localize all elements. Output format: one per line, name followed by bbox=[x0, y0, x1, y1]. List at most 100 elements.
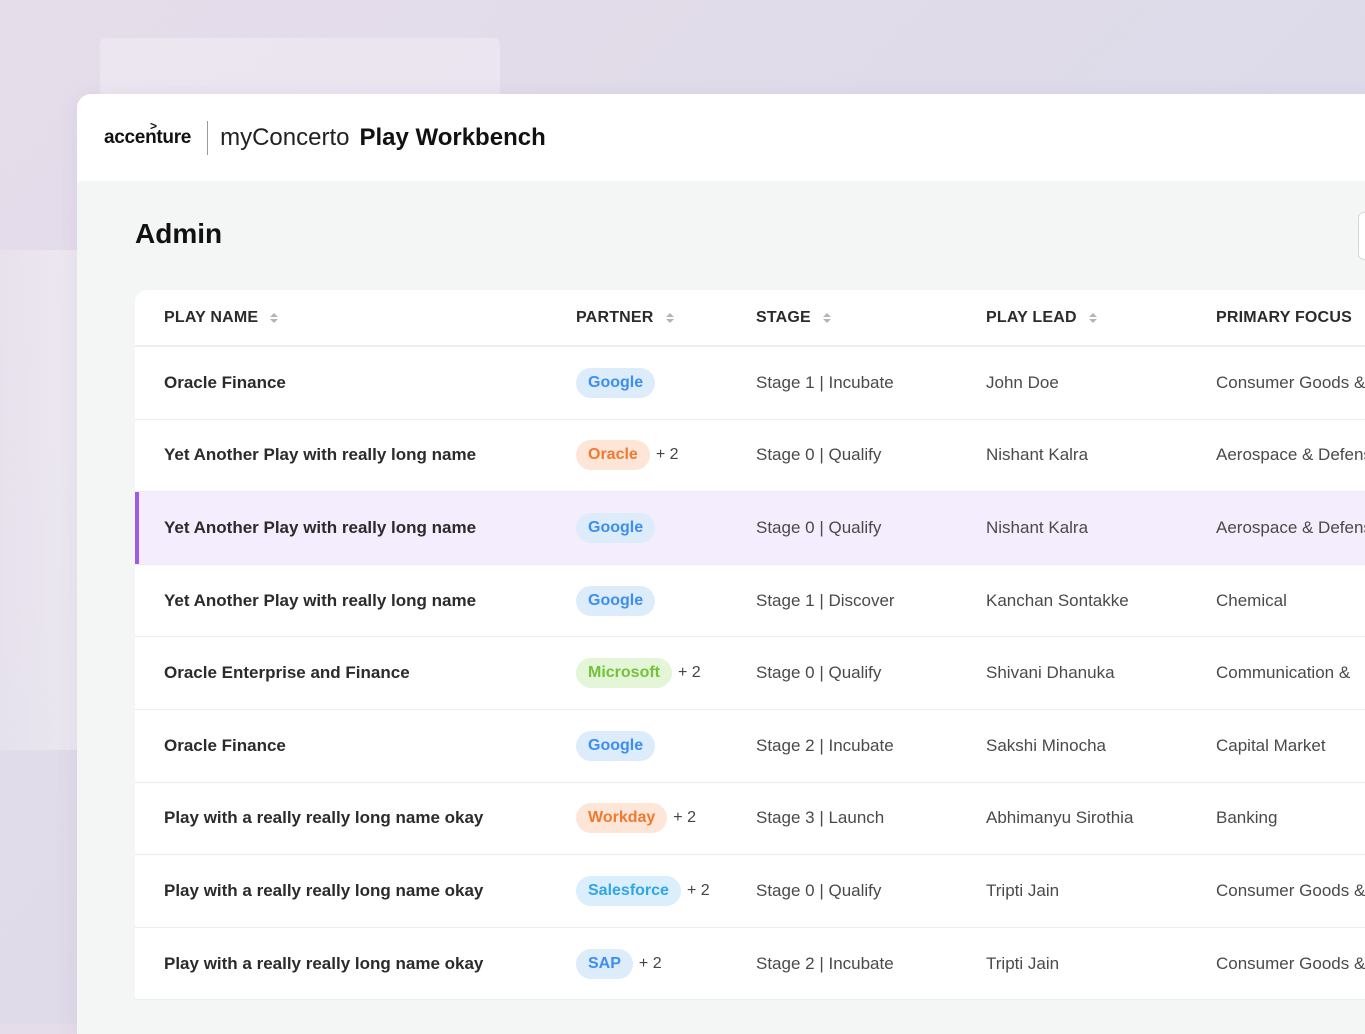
primary-focus-cell: Aerospace & Defense bbox=[1216, 492, 1365, 564]
play-name[interactable]: Oracle Finance bbox=[164, 736, 286, 756]
play-lead-value: Tripti Jain bbox=[986, 880, 1060, 900]
column-label: PRIMARY FOCUS bbox=[1216, 308, 1352, 326]
table-row[interactable]: Yet Another Play with really long name Go… bbox=[135, 492, 1365, 565]
primary-focus-cell: Aerospace & Defense bbox=[1216, 420, 1365, 492]
primary-focus-cell: Consumer Goods & bbox=[1216, 928, 1365, 1000]
sort-icon[interactable] bbox=[665, 312, 674, 323]
stage-cell: Stage 3 | Launch bbox=[756, 783, 884, 855]
partner-badge[interactable]: Google bbox=[576, 512, 656, 543]
column-header-stage[interactable]: STAGE bbox=[756, 290, 831, 345]
sort-icon[interactable] bbox=[822, 312, 831, 323]
play-name[interactable]: Yet Another Play with really long name bbox=[164, 518, 476, 538]
more-partners-count[interactable]: + 2 bbox=[673, 809, 696, 827]
play-lead-cell: Nishant Kalra bbox=[986, 492, 1088, 564]
play-name-cell: Play with a really really long name okay bbox=[164, 783, 483, 855]
play-name[interactable]: Play with a really really long name okay bbox=[164, 881, 483, 901]
primary-focus-cell: Consumer Goods & bbox=[1216, 855, 1365, 927]
table-row[interactable]: Oracle Enterprise and Finance Microsoft + … bbox=[135, 637, 1365, 710]
stage-value: Stage 0 | Qualify bbox=[756, 517, 882, 537]
stage-value: Stage 2 | Incubate bbox=[756, 735, 894, 755]
stage-value: Stage 2 | Incubate bbox=[756, 953, 894, 973]
primary-focus-value: Aerospace & Defense bbox=[1216, 445, 1365, 465]
play-lead-cell: Kanchan Sontakke bbox=[986, 565, 1129, 637]
more-partners-count[interactable]: + 2 bbox=[687, 882, 710, 900]
primary-focus-cell: Capital Market bbox=[1216, 710, 1326, 782]
play-name[interactable]: Play with a really really long name okay bbox=[164, 808, 483, 828]
play-name-cell: Yet Another Play with really long name bbox=[164, 565, 476, 637]
stage-value: Stage 0 | Qualify bbox=[756, 663, 882, 683]
partner-cell: Google bbox=[576, 347, 656, 419]
sort-icon[interactable] bbox=[270, 312, 279, 323]
play-name[interactable]: Oracle Enterprise and Finance bbox=[164, 663, 410, 683]
table-row[interactable]: Play with a really really long name okay… bbox=[135, 928, 1365, 1001]
table-row[interactable]: Play with a really really long name okay… bbox=[135, 855, 1365, 928]
table-row[interactable]: Play with a really really long name okay… bbox=[135, 783, 1365, 856]
sort-icon[interactable] bbox=[1088, 312, 1097, 323]
partner-cell: Google bbox=[576, 710, 656, 782]
stage-value: Stage 0 | Qualify bbox=[756, 445, 882, 465]
primary-focus-cell: Chemical bbox=[1216, 565, 1287, 637]
partner-badge[interactable]: Google bbox=[576, 367, 656, 398]
play-name[interactable]: Oracle Finance bbox=[164, 373, 286, 393]
top-bar: accenture > myConcerto Play Workbench bbox=[77, 94, 1365, 181]
primary-focus-value: Consumer Goods & bbox=[1216, 372, 1365, 392]
stage-cell: Stage 0 | Qualify bbox=[756, 855, 881, 927]
stage-cell: Stage 1 | Discover bbox=[756, 565, 895, 637]
column-label: PLAY NAME bbox=[164, 308, 259, 326]
stage-cell: Stage 2 | Incubate bbox=[756, 710, 894, 782]
more-partners-count[interactable]: + 2 bbox=[678, 664, 701, 682]
play-lead-value: Abhimanyu Sirothia bbox=[986, 808, 1134, 828]
primary-focus-value: Chemical bbox=[1216, 590, 1287, 610]
table-row[interactable]: Oracle Finance Google Stage 1 | Incubate Jo… bbox=[135, 347, 1365, 420]
play-lead-value: Sakshi Minocha bbox=[986, 735, 1107, 755]
accenture-logo[interactable]: accenture > bbox=[104, 119, 192, 149]
product-name: Play Workbench bbox=[359, 123, 546, 151]
partner-badge[interactable]: Workday bbox=[576, 803, 668, 834]
play-name[interactable]: Play with a really really long name okay bbox=[164, 954, 483, 974]
play-lead-value: Shivani Dhanuka bbox=[986, 663, 1115, 683]
column-header-play-lead[interactable]: PLAY LEAD bbox=[986, 290, 1097, 345]
table-row[interactable]: Yet Another Play with really long name Go… bbox=[135, 565, 1365, 638]
stage-cell: Stage 0 | Qualify bbox=[756, 637, 881, 709]
stage-cell: Stage 1 | Incubate bbox=[756, 347, 894, 419]
table-row[interactable]: Yet Another Play with really long name Or… bbox=[135, 420, 1365, 493]
stage-cell: Stage 0 | Qualify bbox=[756, 492, 881, 564]
partner-badge[interactable]: Microsoft bbox=[576, 658, 672, 689]
play-lead-cell: Shivani Dhanuka bbox=[986, 637, 1115, 709]
partner-badge[interactable]: Google bbox=[576, 730, 656, 761]
primary-focus-value: Capital Market bbox=[1216, 735, 1326, 755]
partner-badge[interactable]: SAP bbox=[576, 948, 633, 979]
partner-badge[interactable]: Oracle bbox=[576, 440, 650, 471]
play-lead-value: Nishant Kalra bbox=[986, 445, 1089, 465]
play-name[interactable]: Yet Another Play with really long name bbox=[164, 591, 476, 611]
table-body: Oracle Finance Google Stage 1 | Incubate Jo… bbox=[135, 347, 1365, 1001]
header-divider bbox=[207, 120, 209, 155]
background-panel bbox=[0, 250, 80, 750]
play-name-cell: Play with a really really long name okay bbox=[164, 855, 483, 927]
page-title: Admin bbox=[135, 218, 223, 249]
partner-badge[interactable]: Salesforce bbox=[576, 875, 681, 906]
column-label: STAGE bbox=[756, 308, 811, 326]
play-lead-cell: Sakshi Minocha bbox=[986, 710, 1106, 782]
toolbar-button[interactable] bbox=[1358, 212, 1365, 260]
partner-cell: SAP + 2 bbox=[576, 928, 662, 1000]
table-row[interactable]: Oracle Finance Google Stage 2 | Incubate Sa… bbox=[135, 710, 1365, 783]
logo-wordmark: accenture bbox=[104, 126, 192, 148]
play-lead-value: Tripti Jain bbox=[986, 953, 1060, 973]
play-lead-cell: John Doe bbox=[986, 347, 1059, 419]
column-header-play-name[interactable]: PLAY NAME bbox=[164, 290, 279, 345]
logo-chevron-icon: > bbox=[150, 118, 158, 133]
partner-badge[interactable]: Google bbox=[576, 585, 656, 616]
stage-value: Stage 1 | Incubate bbox=[756, 372, 894, 392]
stage-cell: Stage 0 | Qualify bbox=[756, 420, 881, 492]
more-partners-count[interactable]: + 2 bbox=[656, 446, 679, 464]
play-lead-value: Kanchan Sontakke bbox=[986, 590, 1129, 610]
column-header-primary-focus[interactable]: PRIMARY FOCUS bbox=[1216, 290, 1352, 345]
primary-focus-cell: Communication & bbox=[1216, 637, 1350, 709]
more-partners-count[interactable]: + 2 bbox=[639, 955, 662, 973]
play-name-cell: Oracle Enterprise and Finance bbox=[164, 637, 410, 709]
column-header-partner[interactable]: PARTNER bbox=[576, 290, 674, 345]
play-lead-cell: Abhimanyu Sirothia bbox=[986, 783, 1133, 855]
primary-focus-value: Consumer Goods & bbox=[1216, 953, 1365, 973]
play-name[interactable]: Yet Another Play with really long name bbox=[164, 445, 476, 465]
